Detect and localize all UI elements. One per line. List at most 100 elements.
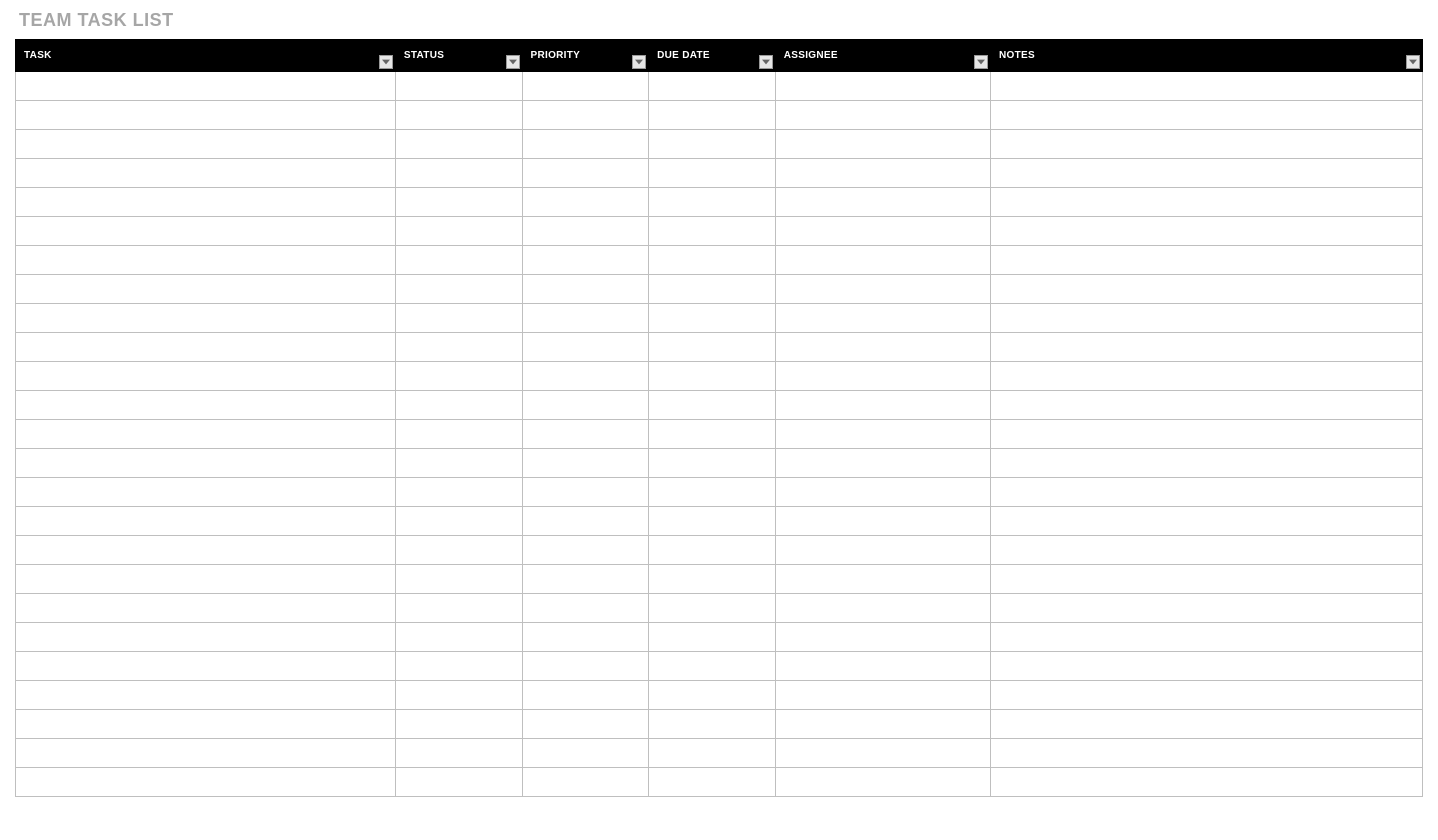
cell-duedate[interactable] <box>649 188 776 217</box>
cell-task[interactable] <box>16 536 396 565</box>
cell-priority[interactable] <box>522 536 649 565</box>
cell-priority[interactable] <box>522 420 649 449</box>
filter-dropdown-icon[interactable] <box>379 55 393 69</box>
cell-task[interactable] <box>16 420 396 449</box>
cell-status[interactable] <box>395 507 522 536</box>
cell-duedate[interactable] <box>649 739 776 768</box>
cell-notes[interactable] <box>991 507 1423 536</box>
cell-task[interactable] <box>16 478 396 507</box>
cell-priority[interactable] <box>522 130 649 159</box>
cell-notes[interactable] <box>991 333 1423 362</box>
cell-priority[interactable] <box>522 101 649 130</box>
cell-task[interactable] <box>16 565 396 594</box>
cell-duedate[interactable] <box>649 652 776 681</box>
cell-status[interactable] <box>395 304 522 333</box>
cell-notes[interactable] <box>991 130 1423 159</box>
cell-task[interactable] <box>16 391 396 420</box>
cell-duedate[interactable] <box>649 72 776 101</box>
cell-notes[interactable] <box>991 101 1423 130</box>
cell-task[interactable] <box>16 768 396 797</box>
cell-duedate[interactable] <box>649 217 776 246</box>
cell-duedate[interactable] <box>649 275 776 304</box>
cell-duedate[interactable] <box>649 159 776 188</box>
cell-status[interactable] <box>395 130 522 159</box>
cell-task[interactable] <box>16 188 396 217</box>
cell-status[interactable] <box>395 333 522 362</box>
cell-notes[interactable] <box>991 304 1423 333</box>
cell-status[interactable] <box>395 391 522 420</box>
cell-priority[interactable] <box>522 507 649 536</box>
cell-status[interactable] <box>395 420 522 449</box>
cell-notes[interactable] <box>991 710 1423 739</box>
cell-task[interactable] <box>16 652 396 681</box>
cell-duedate[interactable] <box>649 333 776 362</box>
cell-assignee[interactable] <box>775 652 990 681</box>
cell-status[interactable] <box>395 478 522 507</box>
filter-dropdown-icon[interactable] <box>506 55 520 69</box>
cell-duedate[interactable] <box>649 507 776 536</box>
cell-notes[interactable] <box>991 594 1423 623</box>
cell-assignee[interactable] <box>775 478 990 507</box>
cell-notes[interactable] <box>991 159 1423 188</box>
cell-status[interactable] <box>395 739 522 768</box>
cell-assignee[interactable] <box>775 565 990 594</box>
cell-assignee[interactable] <box>775 72 990 101</box>
cell-status[interactable] <box>395 275 522 304</box>
cell-task[interactable] <box>16 101 396 130</box>
cell-priority[interactable] <box>522 275 649 304</box>
cell-duedate[interactable] <box>649 768 776 797</box>
cell-duedate[interactable] <box>649 304 776 333</box>
cell-priority[interactable] <box>522 652 649 681</box>
cell-status[interactable] <box>395 681 522 710</box>
cell-task[interactable] <box>16 72 396 101</box>
cell-priority[interactable] <box>522 362 649 391</box>
cell-status[interactable] <box>395 565 522 594</box>
cell-assignee[interactable] <box>775 275 990 304</box>
cell-assignee[interactable] <box>775 188 990 217</box>
cell-priority[interactable] <box>522 188 649 217</box>
cell-notes[interactable] <box>991 362 1423 391</box>
cell-notes[interactable] <box>991 565 1423 594</box>
cell-duedate[interactable] <box>649 565 776 594</box>
cell-priority[interactable] <box>522 391 649 420</box>
cell-notes[interactable] <box>991 449 1423 478</box>
cell-task[interactable] <box>16 246 396 275</box>
cell-assignee[interactable] <box>775 449 990 478</box>
cell-priority[interactable] <box>522 159 649 188</box>
cell-task[interactable] <box>16 710 396 739</box>
cell-notes[interactable] <box>991 217 1423 246</box>
cell-assignee[interactable] <box>775 217 990 246</box>
cell-duedate[interactable] <box>649 594 776 623</box>
cell-task[interactable] <box>16 594 396 623</box>
cell-duedate[interactable] <box>649 391 776 420</box>
cell-task[interactable] <box>16 275 396 304</box>
cell-assignee[interactable] <box>775 130 990 159</box>
filter-dropdown-icon[interactable] <box>1406 55 1420 69</box>
cell-priority[interactable] <box>522 449 649 478</box>
cell-task[interactable] <box>16 623 396 652</box>
cell-status[interactable] <box>395 623 522 652</box>
cell-duedate[interactable] <box>649 536 776 565</box>
cell-status[interactable] <box>395 652 522 681</box>
cell-notes[interactable] <box>991 652 1423 681</box>
cell-task[interactable] <box>16 130 396 159</box>
cell-assignee[interactable] <box>775 159 990 188</box>
cell-notes[interactable] <box>991 739 1423 768</box>
cell-priority[interactable] <box>522 217 649 246</box>
cell-task[interactable] <box>16 739 396 768</box>
cell-duedate[interactable] <box>649 130 776 159</box>
cell-assignee[interactable] <box>775 362 990 391</box>
cell-assignee[interactable] <box>775 739 990 768</box>
cell-priority[interactable] <box>522 333 649 362</box>
cell-priority[interactable] <box>522 594 649 623</box>
cell-status[interactable] <box>395 188 522 217</box>
cell-duedate[interactable] <box>649 449 776 478</box>
cell-assignee[interactable] <box>775 768 990 797</box>
cell-duedate[interactable] <box>649 101 776 130</box>
cell-notes[interactable] <box>991 768 1423 797</box>
cell-duedate[interactable] <box>649 246 776 275</box>
cell-duedate[interactable] <box>649 478 776 507</box>
filter-dropdown-icon[interactable] <box>759 55 773 69</box>
cell-assignee[interactable] <box>775 333 990 362</box>
cell-duedate[interactable] <box>649 420 776 449</box>
